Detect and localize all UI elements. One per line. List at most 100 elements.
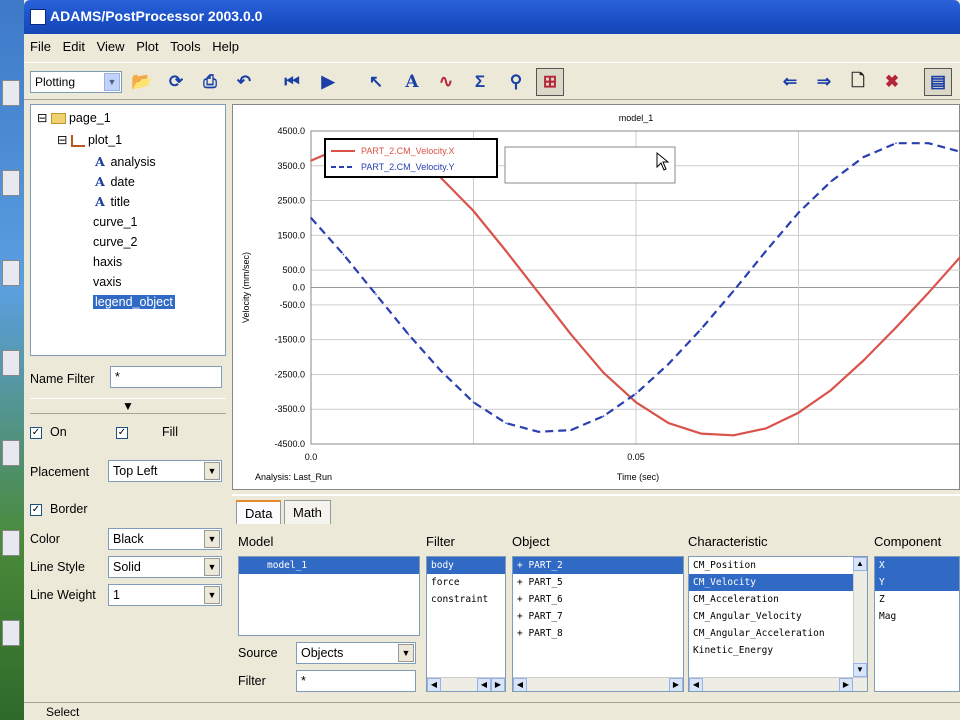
list-item[interactable]: X xyxy=(875,557,959,574)
desktop-shortcut-icon[interactable] xyxy=(2,80,20,106)
rewind-icon[interactable]: ⏮ xyxy=(278,68,306,96)
scroll-left-icon[interactable]: ◀ xyxy=(513,678,527,691)
scroll-up-icon[interactable]: ▲ xyxy=(853,557,867,571)
new-page-icon[interactable]: 🗋 xyxy=(844,68,872,96)
tree-item-curve-1[interactable]: curve_1 xyxy=(93,213,137,231)
list-item[interactable]: body xyxy=(427,557,505,574)
list-item[interactable]: + PART_8 xyxy=(513,625,683,642)
tree-item-legend-object[interactable]: legend_object xyxy=(93,293,175,311)
scroll-right-icon[interactable]: ▶ xyxy=(491,678,505,691)
list-item[interactable]: CM_Position xyxy=(689,557,867,574)
list-item[interactable]: + PART_6 xyxy=(513,591,683,608)
page-next-icon[interactable]: ⇒ xyxy=(810,68,838,96)
horizontal-scrollbar[interactable]: ◀ ▶ xyxy=(513,677,683,691)
list-item[interactable]: CM_Acceleration xyxy=(689,591,867,608)
horizontal-scrollbar[interactable]: ◀ ▶ xyxy=(689,677,867,691)
placement-select[interactable]: Top Left ▼ xyxy=(108,460,222,482)
source-select[interactable]: Objects ▼ xyxy=(296,642,416,664)
tree-page[interactable]: ⊟ page_1 xyxy=(37,109,111,127)
desktop-shortcut-icon[interactable] xyxy=(2,170,20,196)
tree-item-analysis[interactable]: A analysis xyxy=(93,153,156,171)
chevron-down-icon[interactable]: ▼ xyxy=(204,558,220,576)
list-item[interactable]: + PART_7 xyxy=(513,608,683,625)
list-item[interactable]: force xyxy=(427,574,505,591)
desktop-shortcut-icon[interactable] xyxy=(2,350,20,376)
tree-item-curve-2[interactable]: curve_2 xyxy=(93,233,137,251)
curve-edit-icon[interactable]: ∿ xyxy=(432,68,460,96)
list-item[interactable]: Mag xyxy=(875,608,959,625)
horizontal-scrollbar[interactable]: ◀ ◀ ▶ xyxy=(427,677,505,691)
list-item[interactable]: + PART_5 xyxy=(513,574,683,591)
fill-checkbox[interactable]: ✓ xyxy=(116,427,128,439)
menu-help[interactable]: Help xyxy=(206,36,241,54)
desktop-shortcut-icon[interactable] xyxy=(2,440,20,466)
tree-item-vaxis[interactable]: vaxis xyxy=(93,273,121,291)
model-list[interactable]: model_1 xyxy=(238,556,420,636)
object-list[interactable]: + PART_2 + PART_5 + PART_6 + PART_7 + PA… xyxy=(512,556,684,692)
layout-icon[interactable]: ▤ xyxy=(924,68,952,96)
line-style-select[interactable]: Solid ▼ xyxy=(108,556,222,578)
list-item[interactable]: CM_Angular_Velocity xyxy=(689,608,867,625)
scroll-right-icon[interactable]: ▶ xyxy=(669,678,683,691)
expand-icon[interactable]: ⊟ xyxy=(37,111,47,125)
tree-item-haxis[interactable]: haxis xyxy=(93,253,122,271)
zoom-icon[interactable]: ⚲ xyxy=(502,68,530,96)
tree-item-title[interactable]: A title xyxy=(93,193,130,211)
scroll-right-icon[interactable]: ◀ xyxy=(477,678,491,691)
characteristic-list[interactable]: CM_Position CM_Velocity CM_Acceleration … xyxy=(688,556,868,692)
filter-list[interactable]: body force constraint ◀ ◀ ▶ xyxy=(426,556,506,692)
filter-input[interactable]: * xyxy=(296,670,416,692)
sum-icon[interactable]: Σ xyxy=(466,68,494,96)
title-bar[interactable]: ADAMS/PostProcessor 2003.0.0 xyxy=(24,0,960,34)
tab-data[interactable]: Data xyxy=(236,500,282,524)
scroll-down-icon[interactable]: ▼ xyxy=(853,663,867,677)
desktop-shortcut-icon[interactable] xyxy=(2,260,20,286)
list-item[interactable]: Z xyxy=(875,591,959,608)
expand-icon[interactable]: ⊟ xyxy=(57,133,67,147)
print-icon[interactable]: ⎙ xyxy=(196,68,224,96)
collapse-arrow-icon[interactable]: ▼ xyxy=(30,398,226,414)
plot-area[interactable]: model_1 4500.0 3500.0 2500.0 1500.0 500.0 0.0-… xyxy=(232,104,960,490)
fit-icon[interactable]: ⊞ xyxy=(536,68,564,96)
color-select[interactable]: Black ▼ xyxy=(108,528,222,550)
list-item[interactable]: Kinetic_Energy xyxy=(689,642,867,659)
list-item[interactable]: constraint xyxy=(427,591,505,608)
select-arrow-icon[interactable]: ↖ xyxy=(362,68,390,96)
delete-page-icon[interactable]: ✖ xyxy=(878,68,906,96)
undo-icon[interactable]: ↶ xyxy=(230,68,258,96)
menu-plot[interactable]: Plot xyxy=(130,36,160,54)
list-item[interactable]: CM_Velocity xyxy=(689,574,867,591)
menu-file[interactable]: File xyxy=(24,36,53,54)
tab-math[interactable]: Math xyxy=(284,500,331,524)
chevron-down-icon[interactable]: ▼ xyxy=(398,644,414,662)
list-item[interactable]: CM_Angular_Acceleration xyxy=(689,625,867,642)
list-item[interactable]: model_1 xyxy=(239,557,419,574)
on-checkbox[interactable]: ✓ xyxy=(30,427,42,439)
name-filter-input[interactable]: * xyxy=(110,366,222,388)
tree-item-date[interactable]: A date xyxy=(93,173,135,191)
scroll-left-icon[interactable]: ◀ xyxy=(427,678,441,691)
list-item[interactable]: Y xyxy=(875,574,959,591)
page-prev-icon[interactable]: ⇐ xyxy=(776,68,804,96)
chevron-down-icon[interactable]: ▼ xyxy=(204,462,220,480)
open-icon[interactable]: 📂 xyxy=(128,68,156,96)
reload-icon[interactable]: ⟳ xyxy=(162,68,190,96)
component-list[interactable]: X Y Z Mag xyxy=(874,556,960,692)
line-weight-select[interactable]: 1 ▼ xyxy=(108,584,222,606)
menu-edit[interactable]: Edit xyxy=(57,36,87,54)
desktop-shortcut-icon[interactable] xyxy=(2,530,20,556)
list-item[interactable]: + PART_2 xyxy=(513,557,683,574)
text-icon[interactable]: A xyxy=(398,68,426,96)
chevron-down-icon[interactable]: ▼ xyxy=(104,73,120,91)
desktop-shortcut-icon[interactable] xyxy=(2,620,20,646)
tree-plot[interactable]: ⊟ plot_1 xyxy=(57,131,122,149)
scroll-right-icon[interactable]: ▶ xyxy=(839,678,853,691)
menu-view[interactable]: View xyxy=(91,36,127,54)
velocity-chart[interactable]: model_14500.03500.02500.01500.0500.00.0-… xyxy=(233,105,960,491)
mode-select[interactable]: Plotting ▼ xyxy=(30,71,122,93)
scroll-left-icon[interactable]: ◀ xyxy=(689,678,703,691)
vertical-scrollbar[interactable]: ▲ ▼ xyxy=(853,557,867,691)
play-icon[interactable]: ▶ xyxy=(314,68,342,96)
border-checkbox[interactable]: ✓ xyxy=(30,504,42,516)
menu-tools[interactable]: Tools xyxy=(164,36,202,54)
